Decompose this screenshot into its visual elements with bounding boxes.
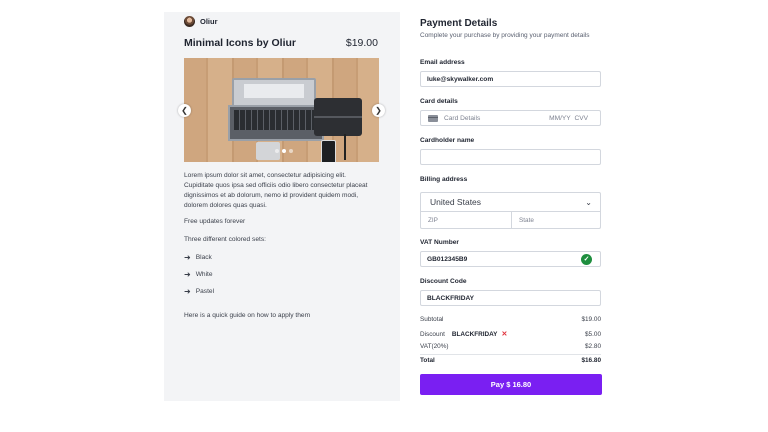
guide-link[interactable]: Here is a quick guide on how to apply th… [184,312,310,319]
chevron-left-icon: ❮ [181,106,188,115]
free-updates-text: Free updates forever [184,218,246,225]
email-field[interactable]: luke@skywalker.com [420,71,601,87]
discount-row: Discount BLACKFRIDAY ✕ $5.00 [420,330,601,339]
country-select[interactable]: United States ⌄ [420,192,601,212]
total-label: Total [420,357,435,364]
expiry-placeholder: MM/YY [549,114,571,122]
discount-field[interactable]: BLACKFRIDAY [420,290,601,306]
vat-field[interactable]: GB012345B9 ✓ [420,251,601,267]
vat-label: VAT Number [420,239,459,246]
vat-value: GB012345B9 [427,255,468,263]
arrow-right-icon: ➜ [184,253,191,262]
subtotal-amount: $19.00 [581,316,601,323]
sets-intro-text: Three different colored sets: [184,236,266,243]
card-expiry-cvv: MM/YY CVV [549,115,588,122]
payment-title: Payment Details [420,18,498,29]
arrow-right-icon: ➜ [184,270,191,279]
product-title: Minimal Icons by Oliur [184,37,297,49]
set-label: Black [195,254,212,261]
carousel-dots [275,149,293,153]
pay-button[interactable]: Pay $ 16.80 [420,374,602,395]
discount-row-label: Discount [420,330,445,338]
subtotal-row: Subtotal $19.00 [420,316,601,323]
zip-state-row: ZIP State [420,212,601,229]
discount-code-tag: BLACKFRIDAY [451,330,498,338]
cardholder-field[interactable] [420,149,601,165]
state-placeholder: State [519,216,534,224]
set-item: ➜ White [184,270,213,279]
card-label: Card details [420,98,458,105]
carousel-next-button[interactable]: ❯ [372,104,385,117]
avatar [184,16,195,27]
card-field[interactable]: Card Details MM/YY CVV [420,110,601,126]
email-value: luke@skywalker.com [427,75,494,83]
discount-value: BLACKFRIDAY [427,294,475,302]
vat-row: VAT(20%) $2.80 [420,343,601,350]
zip-field[interactable]: ZIP [420,212,512,229]
country-value: United States [430,197,482,207]
subtotal-label: Subtotal [420,316,444,323]
set-label: White [195,271,213,278]
carousel-dot[interactable] [275,149,279,153]
carousel-dot-active[interactable] [282,149,286,153]
payment-subtitle: Complete your purchase by providing your… [420,32,590,39]
discount-amount: $5.00 [585,330,601,338]
product-carousel: ❮ ❯ [178,58,385,162]
carousel-dot[interactable] [289,149,293,153]
product-description: Lorem ipsum dolor sit amet, consectetur … [184,172,368,209]
email-label: Email address [420,59,465,66]
product-image [184,58,379,162]
zip-placeholder: ZIP [428,216,438,224]
state-field[interactable]: State [512,212,601,229]
chevron-down-icon: ⌄ [585,197,592,207]
total-row: Total $16.80 [420,357,601,364]
card-number-placeholder: Card Details [444,114,481,122]
cardholder-label: Cardholder name [420,137,475,144]
set-item: ➜ Pastel [184,287,214,296]
discount-label: Discount Code [420,278,467,285]
set-item: ➜ Black [184,253,212,262]
seller: Oliur [184,16,218,27]
seller-name: Oliur [200,17,218,26]
product-price: $19.00 [345,37,378,49]
chevron-right-icon: ❯ [375,106,382,115]
check-circle-icon: ✓ [581,253,592,265]
arrow-right-icon: ➜ [184,287,191,296]
cvv-placeholder: CVV [574,114,588,122]
close-icon[interactable]: ✕ [501,330,507,338]
vat-row-label: VAT(20%) [420,343,449,350]
total-amount: $16.80 [581,357,601,364]
credit-card-icon [428,114,438,122]
product-panel: Oliur Minimal Icons by Oliur $19.00 ❮ ❯ … [164,12,400,401]
vat-amount: $2.80 [585,343,601,350]
summary-divider [420,354,601,355]
set-label: Pastel [195,288,215,295]
carousel-prev-button[interactable]: ❮ [178,104,191,117]
billing-label: Billing address [420,176,468,183]
